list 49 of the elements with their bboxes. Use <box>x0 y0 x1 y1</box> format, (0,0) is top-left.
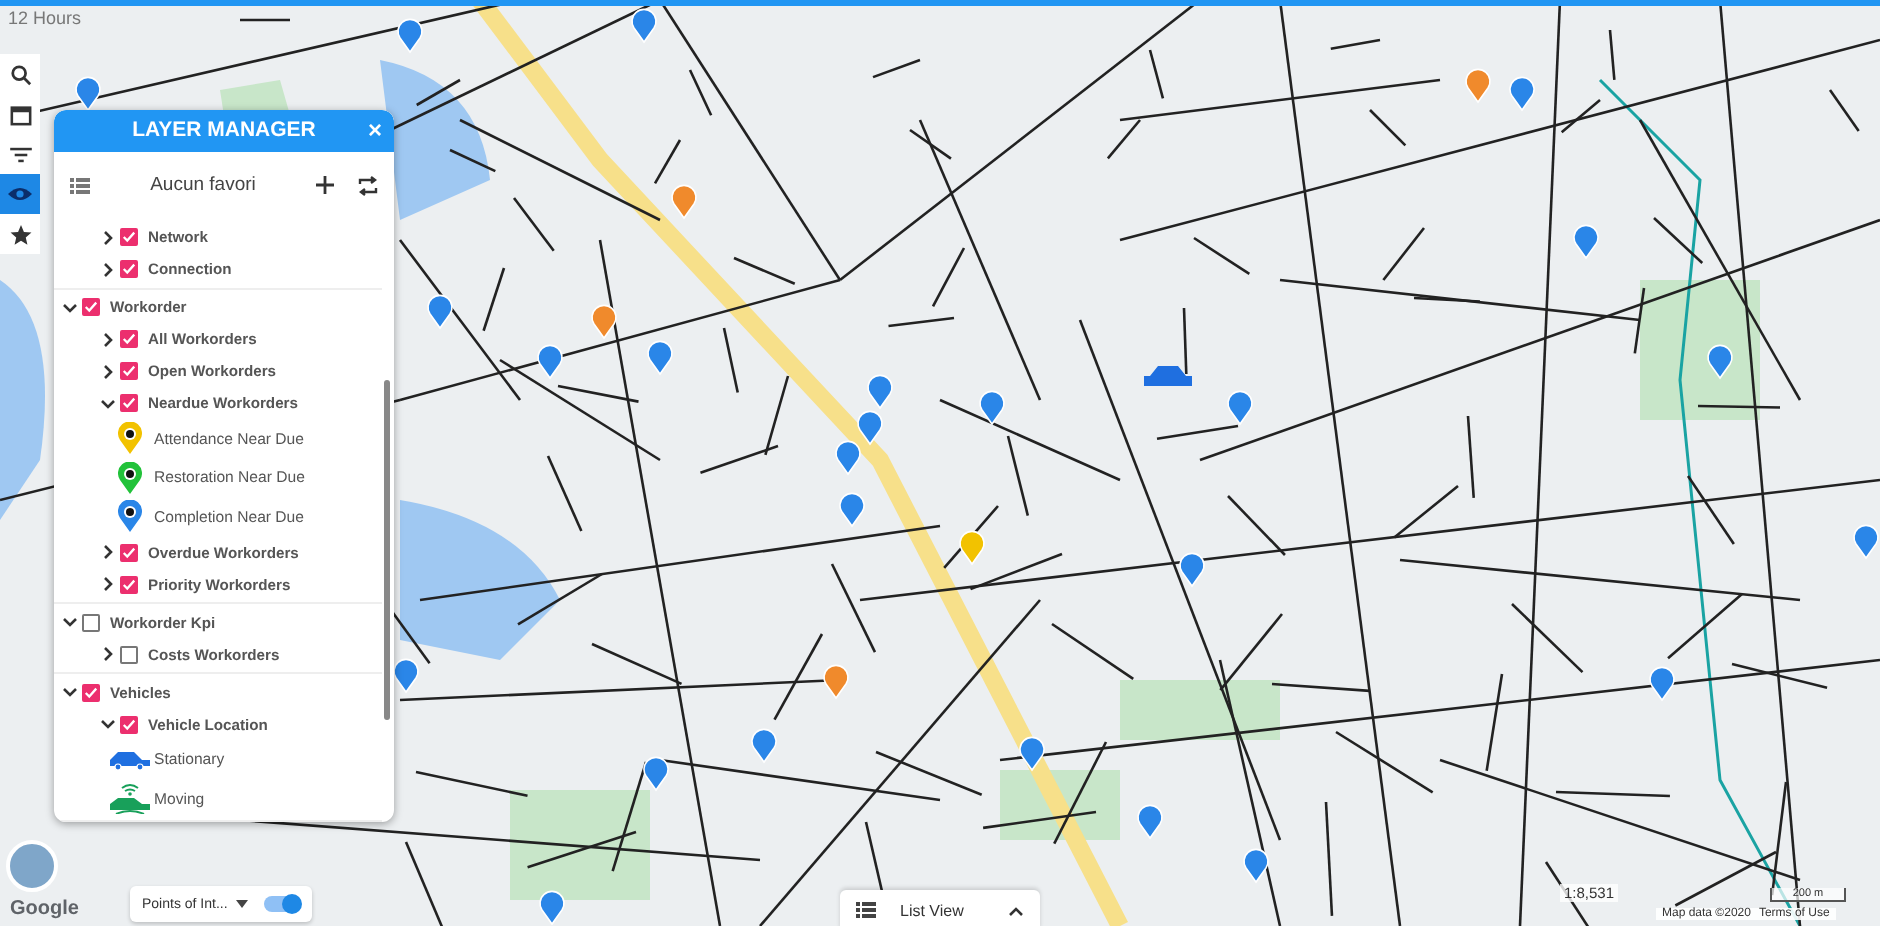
map-logo: Google <box>10 898 79 920</box>
car-icon[interactable] <box>1144 366 1192 386</box>
checkbox[interactable] <box>120 543 138 561</box>
map-pin-icon[interactable] <box>1179 552 1205 587</box>
favorites-label: Aucun favori <box>148 174 258 197</box>
checkbox[interactable] <box>82 613 100 631</box>
eye-icon <box>8 186 32 202</box>
chevron-down-icon[interactable] <box>62 614 78 630</box>
chevron-down-icon[interactable] <box>100 395 116 411</box>
checkbox[interactable] <box>120 645 138 663</box>
checkbox[interactable] <box>120 715 138 733</box>
checkbox[interactable] <box>120 575 138 593</box>
checkbox[interactable] <box>120 394 138 412</box>
map-pin-icon[interactable] <box>591 304 617 339</box>
chevron-right-icon[interactable] <box>100 544 116 560</box>
star-icon <box>9 223 31 245</box>
map-pin-icon[interactable] <box>979 390 1005 425</box>
calendar-icon <box>9 103 31 125</box>
panel-title: LAYER MANAGER <box>132 118 316 143</box>
checkbox[interactable] <box>82 298 100 316</box>
chevron-right-icon[interactable] <box>100 363 116 379</box>
chevron-right-icon[interactable] <box>100 576 116 592</box>
checkbox[interactable] <box>82 683 100 701</box>
checkbox[interactable] <box>120 228 138 246</box>
filter-icon <box>9 145 31 163</box>
scrollbar[interactable] <box>384 379 390 719</box>
checkbox[interactable] <box>120 260 138 278</box>
checkbox[interactable] <box>120 330 138 348</box>
add-icon[interactable] <box>316 176 334 195</box>
list-view-button[interactable]: List View <box>840 890 1040 926</box>
park-area <box>510 790 650 900</box>
chevron-right-icon[interactable] <box>100 229 116 245</box>
chevron-right-icon[interactable] <box>100 331 116 347</box>
eye-tool-button[interactable] <box>0 174 40 214</box>
search-icon <box>9 63 31 85</box>
chevron-right-icon[interactable] <box>100 646 116 662</box>
chevron-right-icon[interactable] <box>100 261 116 277</box>
chevron-up-icon <box>1008 905 1024 915</box>
swap-icon[interactable] <box>358 175 378 196</box>
chevron-down-icon[interactable] <box>62 684 78 700</box>
chevron-down-icon[interactable] <box>100 716 116 732</box>
checkbox[interactable] <box>120 362 138 380</box>
toggle-switch[interactable] <box>263 896 300 912</box>
chevron-down-icon[interactable] <box>62 299 78 315</box>
list-icon[interactable] <box>70 177 90 194</box>
map-pin-icon[interactable] <box>1243 848 1269 883</box>
caret-icon <box>235 900 248 908</box>
list-icon <box>856 902 876 918</box>
timeline-label: 12 Hours <box>8 8 82 28</box>
